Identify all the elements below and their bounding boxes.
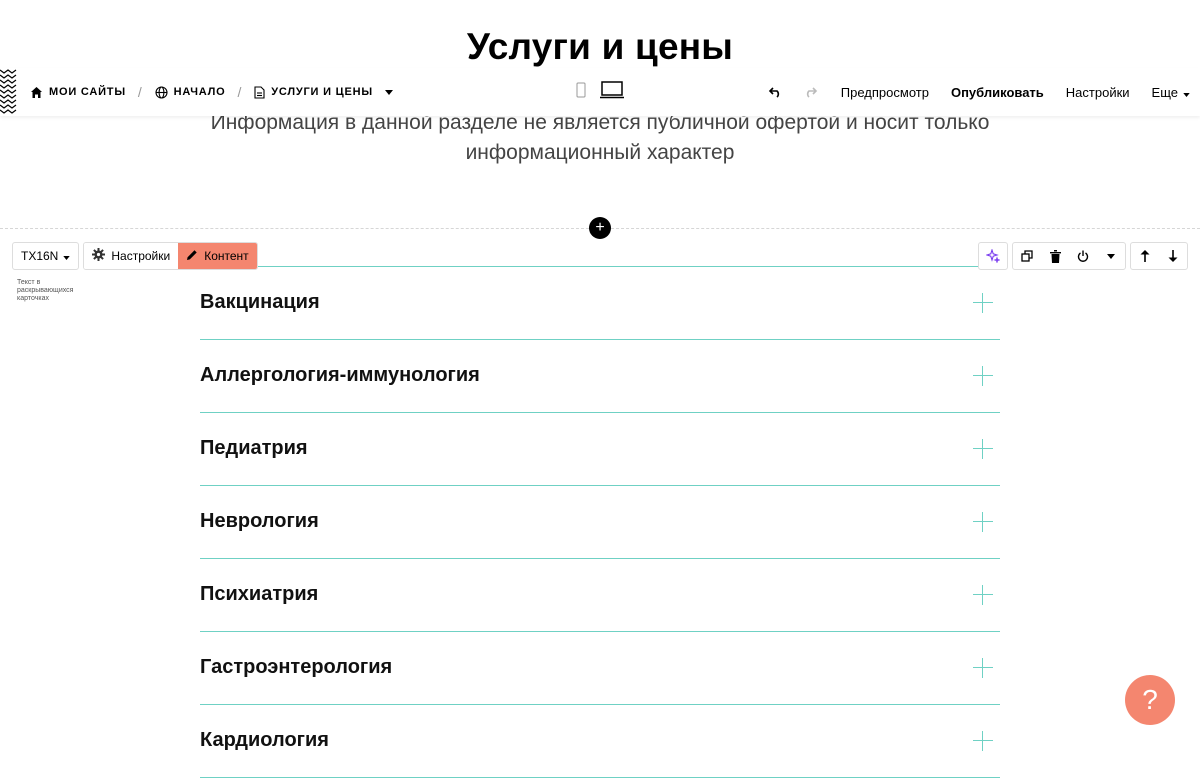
expand-plus-icon[interactable] [973,658,993,678]
accordion-item[interactable]: Аллергология-иммунология [200,340,1000,413]
caret-down-icon [63,249,71,263]
block-content-label: Контент [204,249,249,263]
device-switcher [576,68,624,116]
help-label: ? [1142,684,1158,715]
accordion-item-title: Аллергология-иммунология [200,364,480,386]
more-label: Еще [1151,84,1178,100]
accordion-item[interactable]: Неврология [200,486,1000,559]
accordion-item-title: Неврология [200,510,319,532]
accordion: Вакцинация Аллергология-иммунология Педи… [200,266,1000,778]
block-description: Текст в раскрывающихся карточках [17,279,74,302]
block-type-button[interactable]: TX16N [12,242,80,270]
accordion-item-title: Психиатрия [200,583,319,605]
accordion-item[interactable]: Психиатрия [200,559,1000,632]
globe-icon [155,85,168,99]
breadcrumb-current-page[interactable]: Услуги и цены [254,85,393,99]
block-type-label: TX16N [21,249,59,263]
breadcrumb-label: Мои сайты [49,86,126,98]
page-title: Услуги и цены [466,26,734,67]
accordion-item[interactable]: Педиатрия [200,413,1000,486]
caret-down-icon [1183,85,1190,100]
breadcrumb-start[interactable]: Начало [155,85,226,99]
ai-assistant-button[interactable] [978,242,1008,270]
desktop-view-icon[interactable] [600,80,624,104]
accordion-item-title: Вакцинация [200,291,320,313]
expand-plus-icon[interactable] [973,439,993,459]
editor-toolbar: Мои сайты / Начало / Услуги и цены [0,68,1200,116]
block-controls-left: TX16N Настройки Контент [12,242,258,270]
expand-plus-icon[interactable] [973,512,993,532]
more-options-icon[interactable] [1097,243,1125,269]
publish-button[interactable]: Опубликовать [951,85,1044,100]
block-edit-group: Настройки Контент [83,242,258,270]
gear-icon [92,248,106,264]
expand-plus-icon[interactable] [973,293,993,313]
block-settings-label: Настройки [111,249,171,263]
undo-icon[interactable] [767,86,783,98]
breadcrumb: Мои сайты / Начало / Услуги и цены [30,68,393,116]
logo-icon[interactable] [0,68,18,116]
arrow-up-icon[interactable] [1131,243,1159,269]
preview-link[interactable]: Предпросмотр [841,85,929,100]
help-button[interactable]: ? [1125,675,1175,725]
more-menu[interactable]: Еще [1152,85,1190,100]
page-subtitle: Информация в данной разделе не является … [210,111,990,164]
caret-down-icon [384,89,393,95]
home-icon [30,86,43,99]
breadcrumb-label: Начало [173,86,226,98]
breadcrumb-separator: / [237,84,243,100]
page-icon [254,85,265,99]
block-content-button[interactable]: Контент [178,243,257,269]
arrow-down-icon[interactable] [1159,243,1187,269]
block-settings-button[interactable]: Настройки [84,243,179,269]
add-block-button[interactable]: + [589,217,611,239]
block-move-group [1130,242,1188,270]
settings-link[interactable]: Настройки [1066,85,1130,100]
pencil-icon [186,249,198,264]
duplicate-icon[interactable] [1013,243,1041,269]
power-icon[interactable] [1069,243,1097,269]
block-actions-group [1012,242,1126,270]
expand-plus-icon[interactable] [973,366,993,386]
accordion-item[interactable]: Кардиология [200,705,1000,778]
redo-icon[interactable] [803,86,819,98]
breadcrumb-label: Услуги и цены [271,86,373,98]
breadcrumb-my-sites[interactable]: Мои сайты [30,86,126,99]
accordion-item-title: Педиатрия [200,437,308,459]
expand-plus-icon[interactable] [973,585,993,605]
expand-plus-icon[interactable] [973,731,993,751]
breadcrumb-separator: / [137,84,143,100]
accordion-item-title: Гастроэнтерология [200,656,393,678]
toolbar-actions: Предпросмотр Опубликовать Настройки Еще [767,68,1190,116]
sparkle-icon [979,243,1007,269]
accordion-item[interactable]: Гастроэнтерология [200,632,1000,705]
accordion-item[interactable]: Вакцинация [200,267,1000,340]
block-controls-right [978,242,1188,270]
plus-icon: + [595,219,605,236]
mobile-view-icon[interactable] [576,82,586,103]
trash-icon[interactable] [1041,243,1069,269]
accordion-item-title: Кардиология [200,729,329,751]
